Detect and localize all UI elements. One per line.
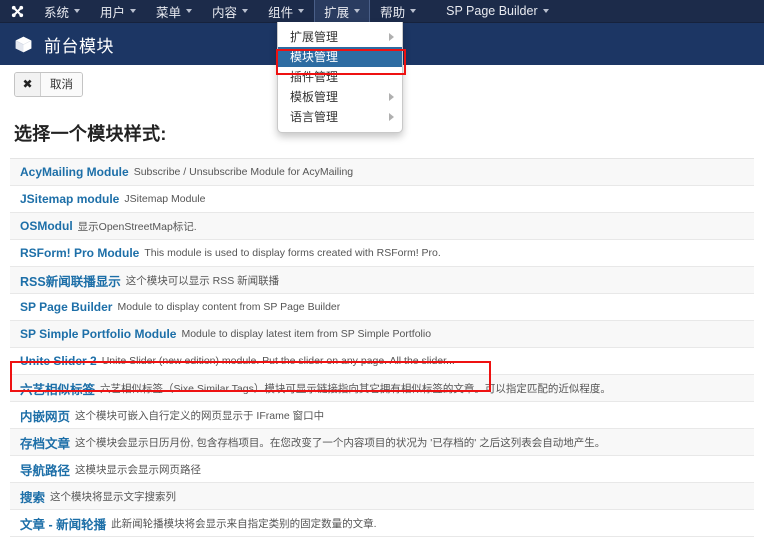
chevron-down-icon — [543, 9, 549, 13]
module-name-link[interactable]: 文章 - 新闻轮播 — [20, 514, 106, 533]
admin-menu-bar: 系统 用户 菜单 内容 组件 扩展 帮助 SP Page Builder — [0, 0, 764, 23]
cancel-button-label: 取消 — [41, 73, 82, 96]
module-description: Unite Slider (new edition) module. Put t… — [102, 355, 455, 367]
list-item-highlighted[interactable]: 六艺相似标签 六艺相似标签（Sixe Similar Tags）模块可显示链接指… — [10, 375, 754, 402]
menu-item-label: 内容 — [212, 2, 237, 21]
menu-item-label: 组件 — [268, 2, 293, 21]
module-description: JSitemap Module — [124, 193, 205, 205]
list-item[interactable]: AcyMailing Module Subscribe / Unsubscrib… — [10, 159, 754, 186]
list-item[interactable]: 存档文章 这个模块会显示日历月份, 包含存档项目。在您改变了一个内容项目的状况为… — [10, 429, 754, 456]
close-icon: ✖ — [15, 73, 41, 96]
module-name-link[interactable]: 六艺相似标签 — [20, 379, 95, 398]
dropdown-item-label: 扩展管理 — [290, 30, 338, 44]
list-item[interactable]: JSitemap module JSitemap Module — [10, 186, 754, 213]
module-description: 这个模块可以显示 RSS 新闻联播 — [126, 273, 279, 288]
dropdown-item-label: 模块管理 — [290, 50, 338, 64]
menu-item-sp-page-builder[interactable]: SP Page Builder — [436, 0, 559, 22]
module-name-link[interactable]: JSitemap module — [20, 192, 119, 206]
list-item[interactable]: SP Simple Portfolio Module Module to dis… — [10, 321, 754, 348]
menu-item-content[interactable]: 内容 — [202, 0, 258, 22]
list-item[interactable]: 搜索 这个模块将显示文字搜索列 — [10, 483, 754, 510]
dropdown-item-label: 插件管理 — [290, 70, 338, 84]
module-description: 这个模块可嵌入自行定义的网页显示于 IFrame 窗口中 — [75, 408, 324, 423]
module-name-link[interactable]: AcyMailing Module — [20, 165, 129, 179]
menu-item-label: 帮助 — [380, 2, 405, 21]
dropdown-item-module-manager[interactable]: 模块管理 — [278, 47, 402, 67]
module-description: 这个模块会显示日历月份, 包含存档项目。在您改变了一个内容项目的状况为 '已存档… — [75, 435, 605, 450]
chevron-right-icon — [389, 93, 394, 101]
page-title: 前台模块 — [44, 32, 114, 57]
menu-item-label: 菜单 — [156, 2, 181, 21]
menu-item-users[interactable]: 用户 — [90, 0, 146, 22]
module-name-link[interactable]: RSS新闻联播显示 — [20, 271, 121, 290]
chevron-down-icon — [74, 9, 80, 13]
chevron-down-icon — [186, 9, 192, 13]
module-description: Module to display latest item from SP Si… — [181, 328, 431, 340]
module-name-link[interactable]: 内嵌网页 — [20, 406, 70, 425]
module-description: 六艺相似标签（Sixe Similar Tags）模块可显示链接指向其它拥有相似… — [100, 381, 611, 396]
chevron-down-icon — [130, 9, 136, 13]
chevron-down-icon — [298, 9, 304, 13]
menu-item-system[interactable]: 系统 — [34, 0, 90, 22]
dropdown-item-language-manager[interactable]: 语言管理 — [278, 107, 402, 127]
menu-item-label: 扩展 — [324, 2, 349, 21]
joomla-logo-icon[interactable] — [0, 0, 34, 22]
module-name-link[interactable]: 存档文章 — [20, 433, 70, 452]
module-name-link[interactable]: OSModul — [20, 219, 73, 233]
dropdown-item-label: 模板管理 — [290, 90, 338, 104]
module-name-link[interactable]: SP Page Builder — [20, 300, 112, 314]
chevron-down-icon — [410, 9, 416, 13]
list-item[interactable]: RSS新闻联播显示 这个模块可以显示 RSS 新闻联播 — [10, 267, 754, 294]
module-name-link[interactable]: RSForm! Pro Module — [20, 246, 139, 260]
cube-icon — [14, 35, 33, 54]
cancel-button[interactable]: ✖ 取消 — [14, 72, 83, 97]
module-style-list: AcyMailing Module Subscribe / Unsubscrib… — [10, 158, 754, 537]
list-item[interactable]: 内嵌网页 这个模块可嵌入自行定义的网页显示于 IFrame 窗口中 — [10, 402, 754, 429]
module-description: 此新闻轮播模块将会显示来自指定类别的固定数量的文章. — [111, 516, 376, 531]
module-description: 显示OpenStreetMap标记. — [78, 219, 197, 234]
menu-item-menus[interactable]: 菜单 — [146, 0, 202, 22]
extensions-dropdown-menu: 扩展管理 模块管理 插件管理 模板管理 语言管理 — [277, 22, 403, 133]
chevron-right-icon — [389, 113, 394, 121]
chevron-right-icon — [389, 33, 394, 41]
main-content: 选择一个模块样式: AcyMailing Module Subscribe / … — [0, 120, 764, 537]
chevron-down-icon — [242, 9, 248, 13]
module-description: 这个模块将显示文字搜索列 — [50, 489, 176, 504]
chevron-down-icon — [354, 9, 360, 13]
list-item[interactable]: 文章 - 新闻轮播 此新闻轮播模块将会显示来自指定类别的固定数量的文章. — [10, 510, 754, 537]
module-description: 这模块显示会显示网页路径 — [75, 462, 201, 477]
module-name-link[interactable]: SP Simple Portfolio Module — [20, 327, 176, 341]
dropdown-item-label: 语言管理 — [290, 110, 338, 124]
list-item[interactable]: Unite Slider 2 Unite Slider (new edition… — [10, 348, 754, 375]
menu-item-label: 系统 — [44, 2, 69, 21]
list-item[interactable]: RSForm! Pro Module This module is used t… — [10, 240, 754, 267]
module-name-link[interactable]: 搜索 — [20, 487, 45, 506]
list-item[interactable]: SP Page Builder Module to display conten… — [10, 294, 754, 321]
menu-item-label: SP Page Builder — [446, 4, 538, 18]
list-item[interactable]: 导航路径 这模块显示会显示网页路径 — [10, 456, 754, 483]
menu-item-components[interactable]: 组件 — [258, 0, 314, 22]
dropdown-item-template-manager[interactable]: 模板管理 — [278, 87, 402, 107]
module-name-link[interactable]: 导航路径 — [20, 460, 70, 479]
menu-item-help[interactable]: 帮助 — [370, 0, 426, 22]
module-description: Module to display content from SP Page B… — [117, 301, 340, 313]
dropdown-item-extension-manager[interactable]: 扩展管理 — [278, 27, 402, 47]
dropdown-item-plugin-manager[interactable]: 插件管理 — [278, 67, 402, 87]
menu-item-extensions[interactable]: 扩展 — [314, 0, 370, 22]
module-name-link[interactable]: Unite Slider 2 — [20, 354, 97, 368]
module-description: Subscribe / Unsubscribe Module for AcyMa… — [134, 166, 353, 178]
list-item[interactable]: OSModul 显示OpenStreetMap标记. — [10, 213, 754, 240]
module-description: This module is used to display forms cre… — [144, 247, 440, 259]
menu-item-label: 用户 — [100, 2, 125, 21]
